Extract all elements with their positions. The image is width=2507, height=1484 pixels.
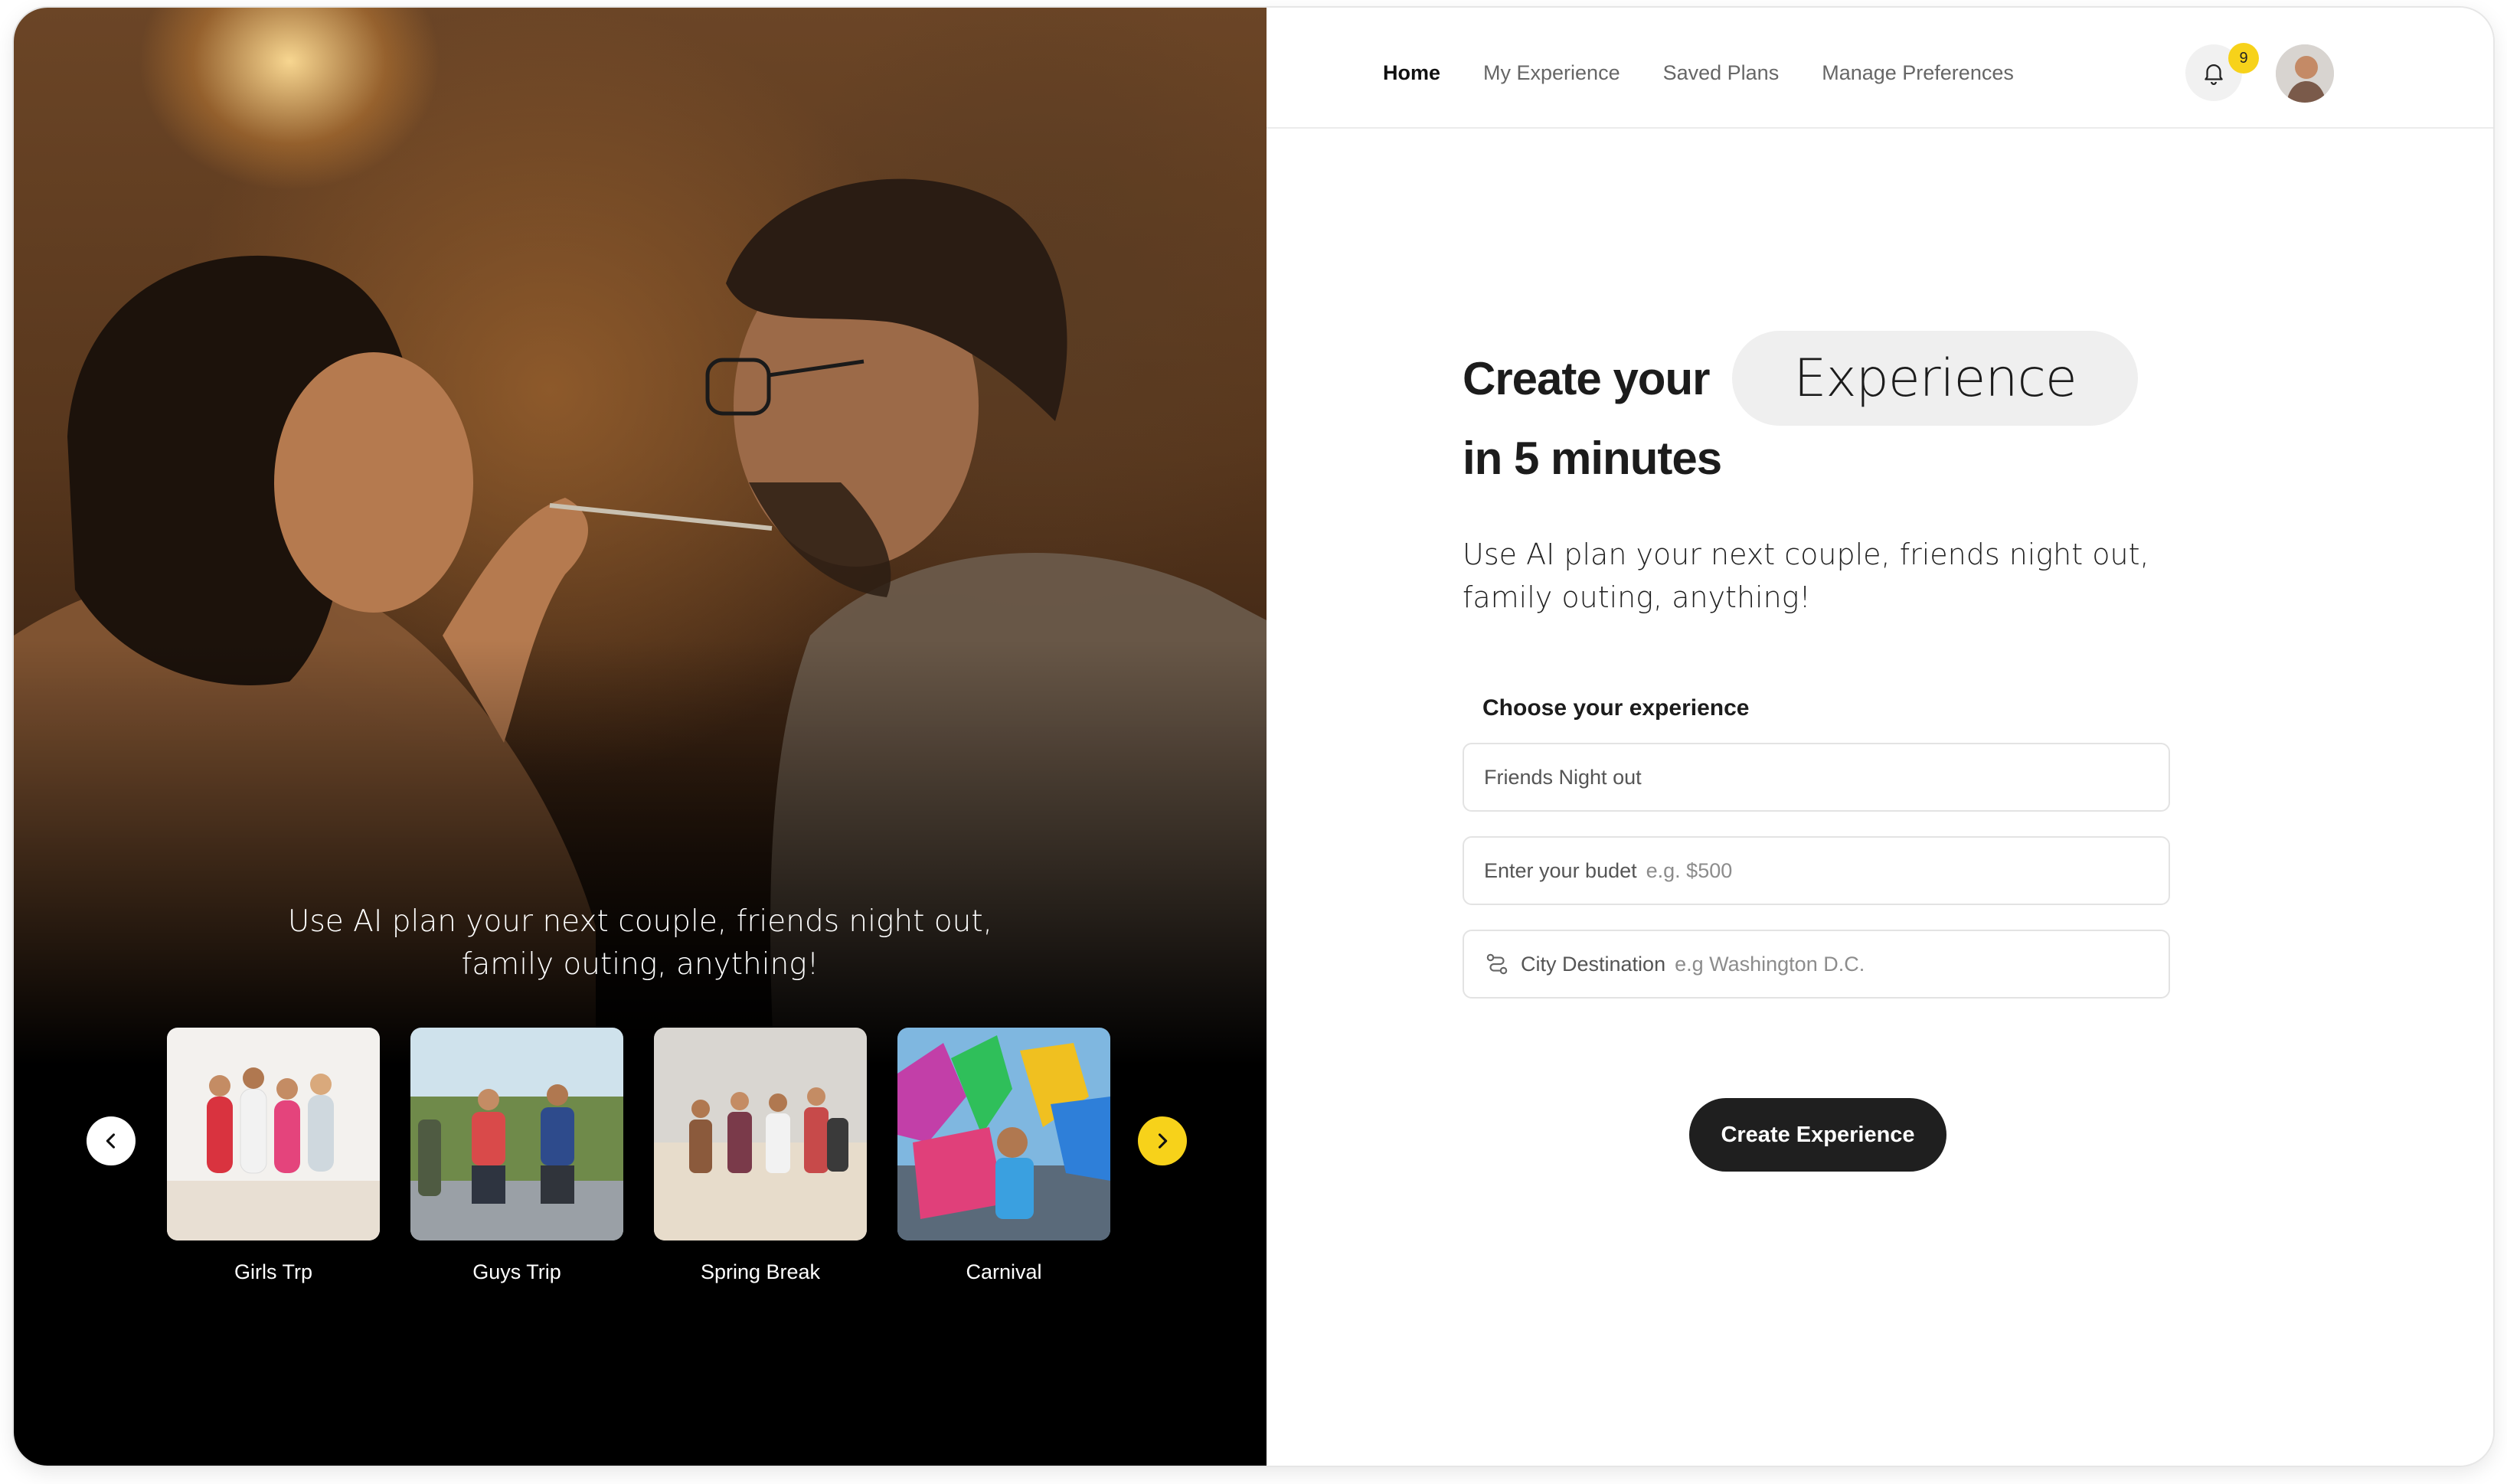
guys-trip-image xyxy=(410,1028,623,1240)
experience-type-field[interactable]: Friends Night out xyxy=(1463,743,2170,812)
budget-field[interactable]: Enter your budet e.g. $500 xyxy=(1463,836,2170,905)
page-subtitle: Use AI plan your next couple, friends ni… xyxy=(1463,533,2152,619)
headline-pill: Experience xyxy=(1732,331,2138,426)
create-experience-button[interactable]: Create Experience xyxy=(1689,1098,1946,1172)
nav-manage-preferences[interactable]: Manage Preferences xyxy=(1822,61,2014,85)
experience-card-carnival[interactable]: Carnival xyxy=(897,1028,1110,1284)
city-label: City Destination xyxy=(1521,952,1666,976)
page-headline: Create your Experience in 5 minutes xyxy=(1463,331,2138,485)
nav-links: Home My Experience Saved Plans Manage Pr… xyxy=(1383,61,2014,85)
route-icon xyxy=(1486,953,1508,975)
hero-caption-line1: Use AI plan your next couple, friends ni… xyxy=(287,904,993,939)
carousel-prev-button[interactable] xyxy=(87,1116,136,1165)
city-destination-field[interactable]: City Destination e.g Washington D.C. xyxy=(1463,930,2170,999)
headline-part2: in 5 minutes xyxy=(1463,433,1722,484)
notification-count-badge: 9 xyxy=(2228,43,2259,74)
experience-card-spring-break[interactable]: Spring Break xyxy=(654,1028,867,1284)
budget-label: Enter your budet xyxy=(1484,858,1637,882)
spring-break-image xyxy=(654,1028,867,1240)
app-window: Use AI plan your next couple, friends ni… xyxy=(14,8,2493,1466)
chevron-right-icon xyxy=(1158,1133,1168,1149)
section-label: Choose your experience xyxy=(1482,695,1750,721)
experience-card-girls-trip[interactable]: Girls Trp xyxy=(167,1028,380,1284)
city-placeholder: e.g Washington D.C. xyxy=(1675,952,1865,976)
hero-caption: Use AI plan your next couple, friends ni… xyxy=(14,901,1267,986)
bell-icon xyxy=(2205,64,2223,85)
subtitle-line2: family outing, anything! xyxy=(1463,580,1811,614)
nav-home[interactable]: Home xyxy=(1383,61,1440,85)
card-label: Guys Trip xyxy=(472,1260,561,1283)
headline-part1: Create your xyxy=(1463,352,1710,404)
top-navigation: Home My Experience Saved Plans Manage Pr… xyxy=(1267,8,2493,129)
nav-my-experience[interactable]: My Experience xyxy=(1483,61,1620,85)
card-label: Girls Trp xyxy=(234,1260,312,1283)
nav-saved-plans[interactable]: Saved Plans xyxy=(1663,61,1780,85)
hero-caption-line2: family outing, anything! xyxy=(461,947,819,982)
budget-placeholder: e.g. $500 xyxy=(1646,858,1733,882)
main-panel: Home My Experience Saved Plans Manage Pr… xyxy=(1267,8,2493,1466)
chevron-left-icon xyxy=(106,1133,116,1149)
hero-section: Use AI plan your next couple, friends ni… xyxy=(14,8,1267,1466)
subtitle-line1: Use AI plan your next couple, friends ni… xyxy=(1463,538,2149,571)
girls-trip-image xyxy=(167,1028,380,1240)
user-avatar[interactable] xyxy=(2276,44,2334,103)
carousel-next-button[interactable] xyxy=(1138,1116,1187,1165)
card-label: Carnival xyxy=(966,1260,1042,1283)
experience-type-value: Friends Night out xyxy=(1484,765,1642,789)
card-label: Spring Break xyxy=(700,1260,821,1283)
carnival-image xyxy=(897,1028,1110,1240)
experience-card-guys-trip[interactable]: Guys Trip xyxy=(410,1028,623,1284)
